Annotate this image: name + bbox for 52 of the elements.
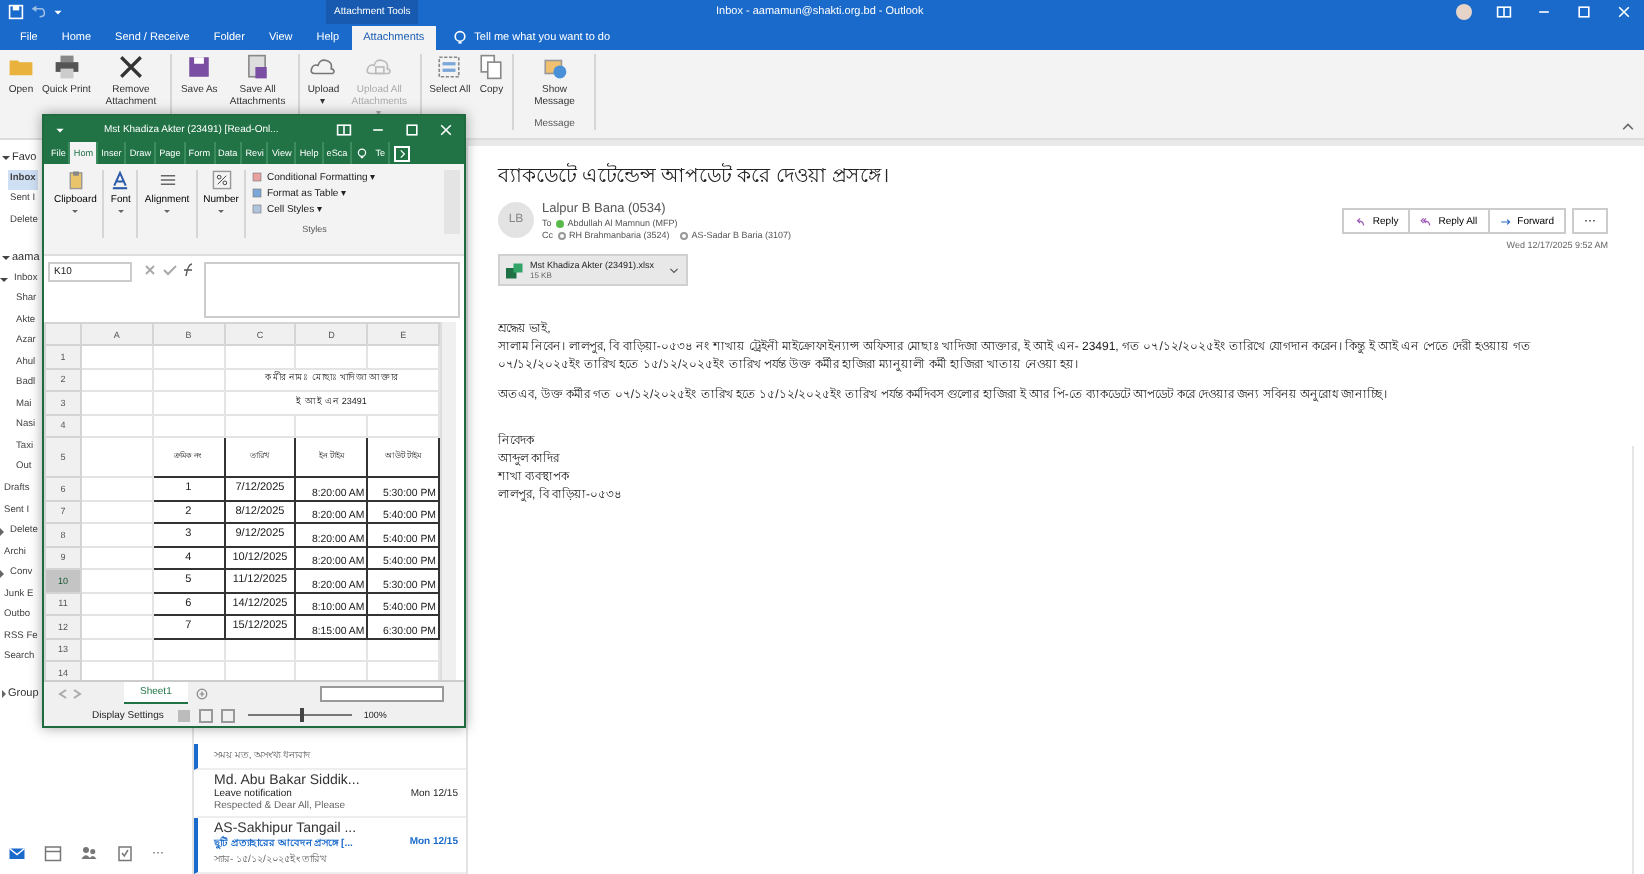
maximize-icon[interactable] [1576, 4, 1592, 20]
chevron-down-icon[interactable] [668, 264, 681, 276]
message-icon [541, 54, 568, 80]
collapse-ribbon-icon[interactable] [1620, 118, 1636, 134]
alignment-icon [157, 170, 178, 190]
number-format-icon [211, 170, 232, 190]
maximize-icon[interactable] [404, 121, 420, 137]
quick-access-icon[interactable] [54, 123, 66, 135]
expand-arrow-icon[interactable] [2, 690, 6, 699]
expand-arrow-icon[interactable] [2, 256, 10, 261]
account-avatar[interactable] [1456, 4, 1472, 20]
printer-icon [53, 54, 80, 80]
lightbulb-icon [452, 29, 469, 45]
forward-arrow-icon [1499, 215, 1512, 227]
view-buttons-icon[interactable] [175, 707, 236, 723]
chevron-right-icon[interactable] [394, 145, 411, 161]
clipboard-icon [65, 170, 86, 190]
expand-arrow-icon[interactable] [2, 156, 10, 161]
expand-arrow-icon[interactable] [0, 277, 8, 282]
expand-arrow-icon[interactable] [0, 527, 4, 536]
people-icon[interactable] [80, 844, 98, 862]
ribbon-display-icon[interactable] [1496, 4, 1512, 20]
caret-icon [218, 210, 225, 214]
save-icon[interactable] [8, 4, 24, 20]
spreadsheet-file-icon [506, 261, 524, 279]
message-subject: ব্যাকডেটে এটেন্ডেন্স আপডেট করে দেওয়া প্রসঙ্গে। [498, 161, 892, 192]
ribbon-display-icon[interactable] [336, 121, 352, 137]
expand-arrow-icon[interactable] [0, 569, 4, 578]
lightbulb-icon [356, 147, 369, 159]
font-icon [110, 170, 131, 190]
caret-icon [164, 210, 171, 214]
undo-icon[interactable] [30, 4, 46, 20]
calendar-icon[interactable] [44, 844, 62, 862]
add-sheet-icon[interactable] [195, 687, 208, 699]
reply-all-arrow-icon [1420, 215, 1433, 227]
remove-icon [117, 54, 144, 80]
table-icon [252, 188, 263, 198]
cloud-upload-icon [366, 54, 393, 80]
cell-styles-icon [252, 204, 263, 214]
select-all-icon [436, 54, 463, 80]
close-icon[interactable] [1616, 4, 1632, 20]
formula-field[interactable] [204, 262, 460, 318]
reply-arrow-icon [1354, 215, 1367, 227]
cloud-icon [310, 54, 337, 80]
caret-icon [117, 210, 124, 214]
tasks-icon[interactable] [116, 844, 134, 862]
scrollbar[interactable] [320, 685, 444, 701]
conditional-formatting-icon [252, 172, 263, 182]
caret-icon [72, 210, 79, 214]
dropdown-icon[interactable] [52, 6, 64, 18]
close-icon[interactable] [438, 121, 454, 137]
mail-icon[interactable] [8, 844, 26, 862]
